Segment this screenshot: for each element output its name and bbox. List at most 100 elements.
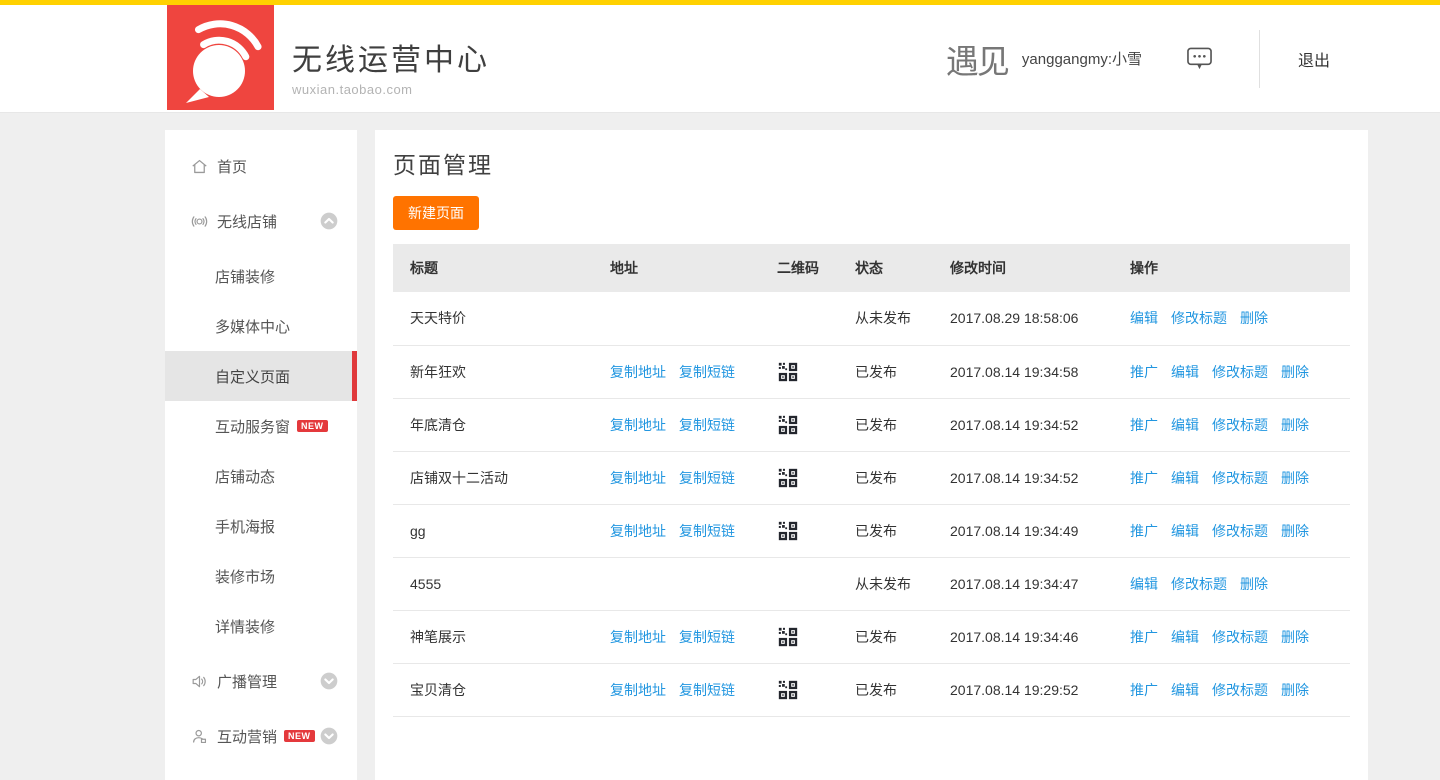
copy-url-link[interactable]: 复制地址	[610, 629, 666, 645]
rename-link[interactable]: 修改标题	[1212, 682, 1268, 698]
copy-url-link[interactable]: 复制地址	[610, 470, 666, 486]
rename-link[interactable]: 修改标题	[1212, 364, 1268, 380]
actions-cell: 推广编辑修改标题删除	[1113, 504, 1350, 557]
table-row: gg复制地址复制短链已发布2017.08.14 19:34:49推广编辑修改标题…	[393, 504, 1350, 557]
edit-link[interactable]: 编辑	[1130, 310, 1158, 326]
sidebar-item-label: 详情装修	[215, 616, 275, 637]
sidebar-item-media-center[interactable]: 多媒体中心	[165, 301, 357, 351]
qr-code-icon[interactable]	[777, 679, 799, 701]
message-bubble-icon[interactable]	[1186, 46, 1213, 71]
copy-shortlink-link[interactable]: 复制短链	[679, 629, 735, 645]
table-row: 4555从未发布2017.08.14 19:34:47编辑修改标题删除	[393, 557, 1350, 610]
edit-link[interactable]: 编辑	[1171, 470, 1199, 486]
actions-cell: 编辑修改标题删除	[1113, 557, 1350, 610]
copy-shortlink-link[interactable]: 复制短链	[679, 523, 735, 539]
chevron-down-icon[interactable]	[319, 726, 339, 750]
qr-code-icon[interactable]	[777, 361, 799, 383]
delete-link[interactable]: 删除	[1240, 310, 1268, 326]
copy-url-link[interactable]: 复制地址	[610, 417, 666, 433]
qr-code-icon[interactable]	[777, 626, 799, 648]
copy-url-link[interactable]: 复制地址	[610, 682, 666, 698]
meet-logotype: 遇见	[946, 35, 1008, 83]
qrcode-cell	[760, 451, 838, 504]
promote-link[interactable]: 推广	[1130, 629, 1158, 645]
copy-shortlink-link[interactable]: 复制短链	[679, 682, 735, 698]
delete-link[interactable]: 删除	[1240, 576, 1268, 592]
table-row: 宝贝清仓复制地址复制短链已发布2017.08.14 19:29:52推广编辑修改…	[393, 663, 1350, 716]
edit-link[interactable]: 编辑	[1171, 523, 1199, 539]
qrcode-cell	[760, 292, 838, 345]
edit-link[interactable]: 编辑	[1130, 576, 1158, 592]
column-header: 地址	[593, 244, 760, 292]
home-icon	[188, 157, 210, 176]
delete-link[interactable]: 删除	[1281, 523, 1309, 539]
logout-link[interactable]: 退出	[1298, 47, 1330, 71]
actions-cell: 推广编辑修改标题删除	[1113, 451, 1350, 504]
sidebar-item-interactive-marketing[interactable]: 互动营销NEW	[165, 711, 357, 761]
delete-link[interactable]: 删除	[1281, 417, 1309, 433]
qr-code-icon[interactable]	[777, 520, 799, 542]
page-title-cell: gg	[393, 504, 593, 557]
modified-time-cell: 2017.08.14 19:34:52	[933, 451, 1113, 504]
rename-link[interactable]: 修改标题	[1212, 417, 1268, 433]
rename-link[interactable]: 修改标题	[1212, 523, 1268, 539]
broadcast-icon	[188, 212, 210, 231]
delete-link[interactable]: 删除	[1281, 470, 1309, 486]
sidebar-item-detail-decorate[interactable]: 详情装修	[165, 601, 357, 651]
status-cell: 从未发布	[838, 557, 933, 610]
edit-link[interactable]: 编辑	[1171, 629, 1199, 645]
page-title-cell: 年底清仓	[393, 398, 593, 451]
sidebar-item-custom-page[interactable]: 自定义页面	[165, 351, 357, 401]
delete-link[interactable]: 删除	[1281, 682, 1309, 698]
address-cell	[593, 557, 760, 610]
new-page-button[interactable]: 新建页面	[393, 196, 479, 230]
rename-link[interactable]: 修改标题	[1171, 310, 1227, 326]
sidebar-item-shop-news[interactable]: 店铺动态	[165, 451, 357, 501]
sidebar-item-broadcast-manage[interactable]: 广播管理	[165, 656, 357, 706]
sidebar-item-shop-decorate[interactable]: 店铺装修	[165, 251, 357, 301]
edit-link[interactable]: 编辑	[1171, 364, 1199, 380]
address-cell	[593, 292, 760, 345]
qrcode-cell	[760, 504, 838, 557]
status-cell: 已发布	[838, 610, 933, 663]
copy-url-link[interactable]: 复制地址	[610, 364, 666, 380]
chevron-up-icon[interactable]	[319, 211, 339, 235]
sidebar-item-label: 自定义页面	[215, 366, 290, 387]
sidebar-item-home[interactable]: 首页	[165, 141, 357, 191]
promote-link[interactable]: 推广	[1130, 417, 1158, 433]
page-title-cell: 天天特价	[393, 292, 593, 345]
promote-link[interactable]: 推广	[1130, 364, 1158, 380]
promote-link[interactable]: 推广	[1130, 470, 1158, 486]
sidebar-item-wireless-shop[interactable]: 无线店铺	[165, 196, 357, 246]
copy-shortlink-link[interactable]: 复制短链	[679, 470, 735, 486]
qrcode-cell	[760, 398, 838, 451]
qr-code-icon[interactable]	[777, 467, 799, 489]
sidebar-item-decorate-market[interactable]: 装修市场	[165, 551, 357, 601]
copy-url-link[interactable]: 复制地址	[610, 523, 666, 539]
edit-link[interactable]: 编辑	[1171, 417, 1199, 433]
chevron-down-icon[interactable]	[319, 671, 339, 695]
status-cell: 从未发布	[838, 292, 933, 345]
delete-link[interactable]: 删除	[1281, 629, 1309, 645]
promote-link[interactable]: 推广	[1130, 682, 1158, 698]
sidebar: 首页无线店铺店铺装修多媒体中心自定义页面互动服务窗NEW店铺动态手机海报装修市场…	[165, 130, 357, 780]
address-cell: 复制地址复制短链	[593, 451, 760, 504]
content-panel: 页面管理 新建页面 标题地址二维码状态修改时间操作 天天特价从未发布2017.0…	[375, 130, 1368, 780]
sidebar-item-service-window[interactable]: 互动服务窗NEW	[165, 401, 357, 451]
promote-link[interactable]: 推广	[1130, 523, 1158, 539]
speech-bubble-wifi-icon	[167, 5, 274, 110]
rename-link[interactable]: 修改标题	[1171, 576, 1227, 592]
copy-shortlink-link[interactable]: 复制短链	[679, 364, 735, 380]
page-title-cell: 店铺双十二活动	[393, 451, 593, 504]
sidebar-item-mobile-poster[interactable]: 手机海报	[165, 501, 357, 551]
modified-time-cell: 2017.08.14 19:34:46	[933, 610, 1113, 663]
rename-link[interactable]: 修改标题	[1212, 629, 1268, 645]
rename-link[interactable]: 修改标题	[1212, 470, 1268, 486]
modified-time-cell: 2017.08.14 19:34:52	[933, 398, 1113, 451]
edit-link[interactable]: 编辑	[1171, 682, 1199, 698]
actions-cell: 推广编辑修改标题删除	[1113, 398, 1350, 451]
address-cell: 复制地址复制短链	[593, 345, 760, 398]
copy-shortlink-link[interactable]: 复制短链	[679, 417, 735, 433]
qr-code-icon[interactable]	[777, 414, 799, 436]
delete-link[interactable]: 删除	[1281, 364, 1309, 380]
